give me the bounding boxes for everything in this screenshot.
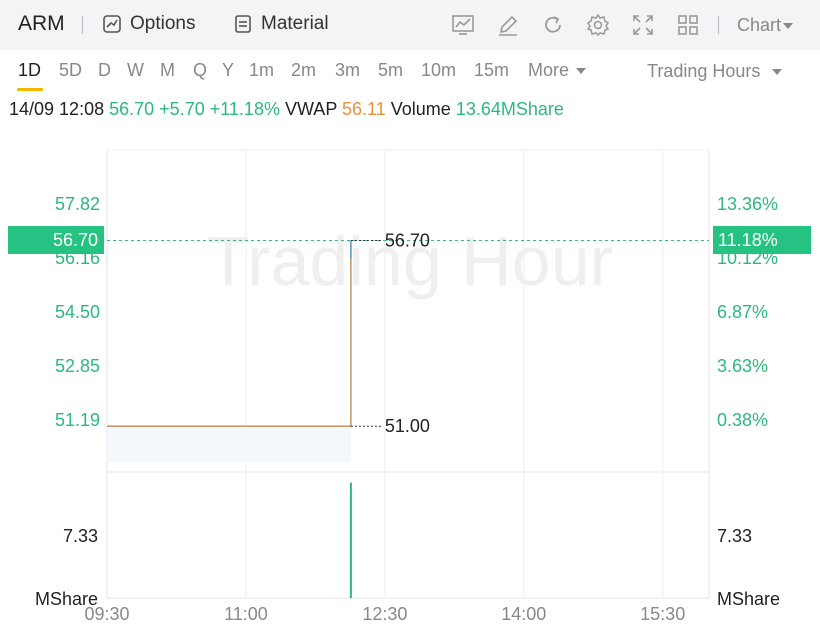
fullscreen-icon[interactable] (631, 13, 655, 37)
stock-symbol: ARM (18, 12, 65, 35)
trading-hours-label: Trading Hours (647, 61, 761, 81)
price-tick-label: 57.82 (55, 194, 100, 214)
tab-y[interactable]: Y (222, 60, 234, 81)
chevron-down-icon (772, 69, 783, 76)
vwap-value: 56.11 (342, 99, 386, 119)
document-icon (235, 15, 251, 33)
volume-tick-label-right: 7.33 (717, 526, 752, 546)
chart-type-label: Chart (737, 15, 782, 35)
tab-5d[interactable]: 5D (59, 60, 82, 81)
chevron-down-icon (576, 68, 587, 75)
price-marker-label: 51.00 (385, 416, 430, 436)
toolbar-separator (82, 16, 83, 34)
chart-type-dropdown[interactable]: Chart (737, 15, 794, 36)
trading-hours-dropdown[interactable]: Trading Hours (647, 61, 783, 82)
period-tabs: 1D 5D D W M Q Y 1m 2m 3m 5m 10m 15m More… (0, 52, 820, 92)
price-marker-label: 56.70 (385, 230, 430, 250)
tab-1m[interactable]: 1m (249, 60, 274, 81)
quote-info-bar: 14/09 12:08 56.70 +5.70 +11.18% VWAP 56.… (9, 99, 564, 120)
material-label: Material (261, 13, 329, 34)
draw-icon[interactable] (496, 13, 520, 37)
trend-icon[interactable] (451, 13, 475, 37)
settings-icon[interactable] (586, 13, 610, 37)
options-icon (103, 15, 121, 33)
price-tick-label: 52.85 (55, 356, 100, 376)
material-button[interactable]: Material (233, 13, 329, 35)
tab-more[interactable]: More (528, 60, 587, 81)
volume-tick-label: 7.33 (63, 526, 98, 546)
volume-bar (349, 482, 352, 598)
tab-10m[interactable]: 10m (421, 60, 456, 81)
time-tick-label: 12:30 (362, 604, 407, 624)
refresh-icon[interactable] (541, 13, 565, 37)
pct-tick-label: 6.87% (717, 302, 768, 322)
chevron-down-icon (783, 23, 794, 30)
current-price-label: 56.70 (8, 226, 104, 254)
price-tick-label: 51.19 (55, 410, 100, 430)
tab-m[interactable]: M (160, 60, 175, 81)
quote-change-pct: +11.18% (209, 99, 280, 119)
current-pct-label: 11.18% (713, 226, 811, 254)
tab-2m[interactable]: 2m (291, 60, 316, 81)
layout-icon[interactable] (676, 13, 700, 37)
toolbar-separator (718, 16, 719, 34)
tab-w[interactable]: W (127, 60, 144, 81)
options-label: Options (130, 13, 196, 34)
time-tick-label: 14:00 (501, 604, 546, 624)
pct-tick-label: 3.63% (717, 356, 768, 376)
volume-label: Volume (390, 99, 451, 119)
active-tab-indicator (17, 88, 43, 91)
volume-value: 13.64MShare (455, 99, 564, 119)
quote-price: 56.70 (109, 99, 155, 119)
quote-change: +5.70 (159, 99, 205, 119)
volume-unit-label-right: MShare (717, 589, 780, 609)
tab-1d[interactable]: 1D (18, 60, 41, 81)
tab-3m[interactable]: 3m (335, 60, 360, 81)
more-label: More (528, 60, 570, 80)
time-tick-label: 09:30 (84, 604, 129, 624)
intraday-chart[interactable]: Trading Hour57.82 13.36%56.16 10.12%54.50 6… (0, 128, 820, 627)
vwap-label: VWAP (284, 99, 337, 119)
price-area (107, 426, 351, 462)
tab-d[interactable]: D (98, 60, 111, 81)
pct-tick-label: 13.36% (717, 194, 778, 214)
options-button[interactable]: Options (102, 13, 195, 35)
tab-q[interactable]: Q (193, 60, 207, 81)
top-toolbar: ARM Options Material Chart (0, 0, 820, 50)
time-tick-label: 11:00 (224, 604, 268, 624)
time-tick-label: 15:30 (640, 604, 685, 624)
tab-15m[interactable]: 15m (474, 60, 509, 81)
pct-tick-label: 0.38% (717, 410, 768, 430)
tab-5m[interactable]: 5m (378, 60, 403, 81)
price-tick-label: 54.50 (55, 302, 100, 322)
quote-datetime: 14/09 12:08 (9, 99, 105, 119)
